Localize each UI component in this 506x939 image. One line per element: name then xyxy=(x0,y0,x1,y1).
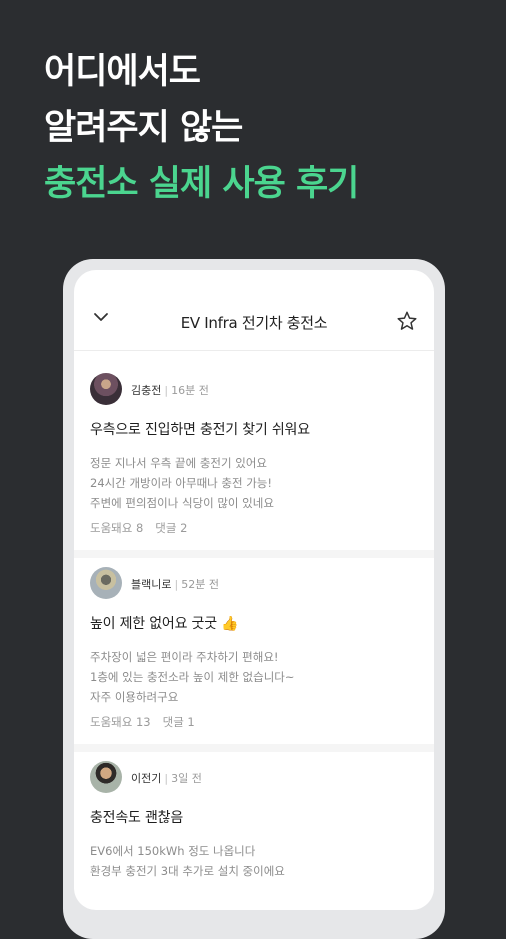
helpful-button[interactable]: 도움돼요 13 xyxy=(90,715,151,729)
review-body-line: 24시간 개방이라 아무때나 충전 가능! xyxy=(90,476,272,490)
review-author: 김충전 xyxy=(131,384,162,397)
avatar xyxy=(90,373,122,405)
review-title: 우측으로 진입하면 충전기 찾기 쉬워요 xyxy=(90,422,310,438)
comments-button[interactable]: 댓글 2 xyxy=(155,521,187,535)
review-meta: 블랙니로 | 52분 전 xyxy=(131,578,219,591)
section-divider xyxy=(74,550,434,558)
review-body-line: 1층에 있는 충전소라 높이 제한 없습니다~ xyxy=(90,670,295,684)
review-body: EV6에서 150kWh 정도 나옵니다 환경부 충전기 3대 추가로 설치 중… xyxy=(90,841,285,881)
avatar xyxy=(90,567,122,599)
review-title: 높이 제한 없어요 굿굿 👍 xyxy=(90,616,239,632)
promo-headline: 어디에서도 알려주지 않는 충전소 실제 사용 후기 xyxy=(44,44,359,212)
review-body-line: 주변에 편의점이나 식당이 많이 있네요 xyxy=(90,496,274,510)
review-body-line: 주차장이 넓은 편이라 주차하기 편해요! xyxy=(90,650,279,664)
helpful-button[interactable]: 도움돼요 8 xyxy=(90,521,143,535)
app-screen: EV Infra 전기차 충전소 김충전 | 16분 전 우측으로 진입하면 충전기… xyxy=(74,270,434,910)
section-divider xyxy=(74,744,434,752)
comments-button[interactable]: 댓글 1 xyxy=(163,715,195,729)
review-time: 16분 전 xyxy=(171,384,209,397)
review-meta: 이전기 | 3일 전 xyxy=(131,772,202,785)
station-title: EV Infra 전기차 충전소 xyxy=(180,314,328,332)
avatar xyxy=(90,761,122,793)
review-body: 정문 지나서 우측 끝에 충전기 있어요 24시간 개방이라 아무때나 충전 가… xyxy=(90,453,274,513)
headline-line-3: 충전소 실제 사용 후기 xyxy=(44,164,359,204)
review-time: 3일 전 xyxy=(171,772,202,785)
headline-line-1: 어디에서도 xyxy=(44,52,201,92)
review-body-line: 자주 이용하려구요 xyxy=(90,690,179,704)
review-stats: 도움돼요 8 댓글 2 xyxy=(90,520,187,536)
review-body-line: 환경부 충전기 3대 추가로 설치 중이에요 xyxy=(90,864,285,878)
review-body-line: EV6에서 150kWh 정도 나옵니다 xyxy=(90,844,256,858)
review-author: 이전기 xyxy=(131,772,162,785)
review-stats: 도움돼요 13 댓글 1 xyxy=(90,714,195,730)
app-bar: EV Infra 전기차 충전소 xyxy=(74,270,434,351)
review-body: 주차장이 넓은 편이라 주차하기 편해요! 1층에 있는 충전소라 높이 제한 … xyxy=(90,647,295,707)
review-time: 52분 전 xyxy=(181,578,219,591)
review-title: 충전속도 괜찮음 xyxy=(90,810,184,826)
star-outline-icon[interactable] xyxy=(396,310,418,332)
headline-line-2: 알려주지 않는 xyxy=(44,108,243,148)
review-body-line: 정문 지나서 우측 끝에 충전기 있어요 xyxy=(90,456,267,470)
review-meta: 김충전 | 16분 전 xyxy=(131,384,209,397)
review-author: 블랙니로 xyxy=(131,578,172,591)
